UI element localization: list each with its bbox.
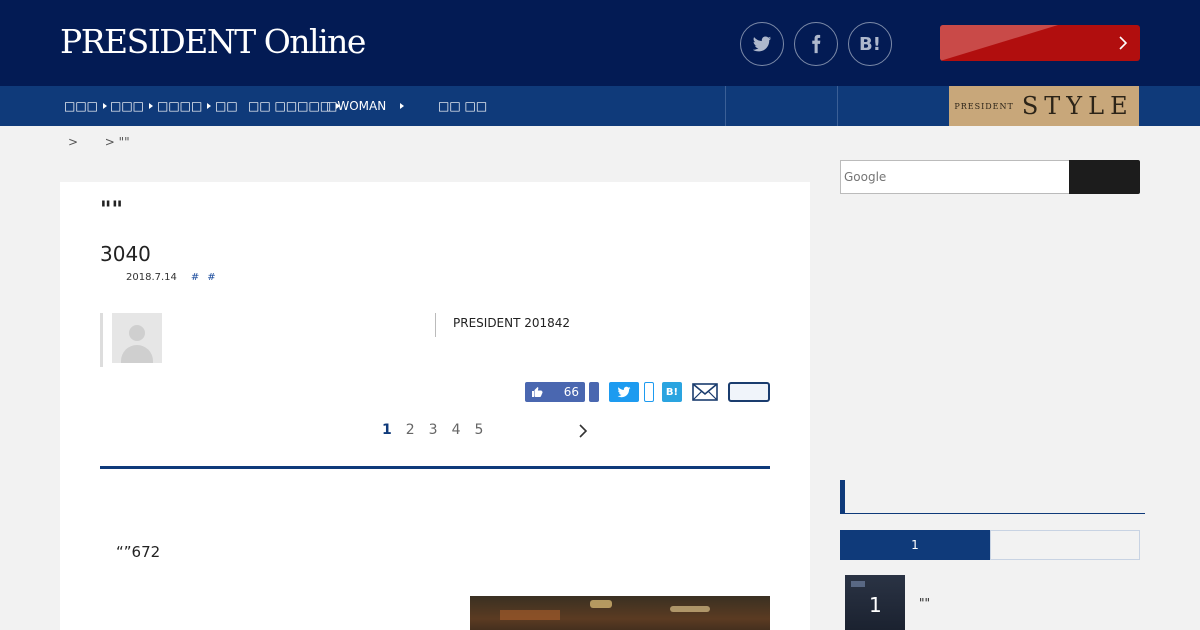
nav-item-7[interactable]: □□ □□ xyxy=(438,86,487,126)
avatar-body xyxy=(121,345,153,363)
breadcrumb[interactable]: > > "" xyxy=(68,135,130,149)
author-divider xyxy=(100,313,103,367)
style-banner-big-text: STYLE xyxy=(1021,92,1134,120)
ranking-tab[interactable] xyxy=(990,530,1140,560)
nav-item-4[interactable]: □□ xyxy=(215,86,238,126)
ranking-header-rule xyxy=(840,513,1145,514)
email-share-button[interactable] xyxy=(692,382,718,402)
ranking-header-accent xyxy=(840,480,845,514)
page-link-4[interactable]: 4 xyxy=(452,422,461,438)
tweet-button[interactable] xyxy=(609,382,639,402)
nav-item-woman[interactable]: □WOMAN xyxy=(326,86,405,126)
photo-detail xyxy=(590,600,612,608)
article-tag[interactable]: # xyxy=(191,272,199,283)
page-link-2[interactable]: 2 xyxy=(406,422,415,438)
hatena-bookmark-icon: B! xyxy=(859,33,881,55)
article-meta: 2018.7.14 # # xyxy=(126,272,216,283)
search-button[interactable] xyxy=(1069,160,1140,194)
article-divider xyxy=(100,466,770,469)
photo-detail xyxy=(500,610,560,620)
facebook-share-button[interactable] xyxy=(794,22,838,66)
style-banner-small-text: PRESIDENT xyxy=(954,101,1014,111)
facebook-like-button[interactable]: 66 xyxy=(525,382,585,402)
ranking-item-title[interactable]: "" xyxy=(919,596,930,610)
print-button[interactable] xyxy=(728,382,770,402)
caret-right-icon xyxy=(400,103,405,109)
ranking-thumbnail[interactable]: 1 xyxy=(845,575,905,630)
photo-detail xyxy=(670,606,710,612)
pagination: 1 2 3 4 5 xyxy=(382,422,483,438)
facebook-icon xyxy=(812,34,821,54)
article-card: "" 3040 2018.7.14 # # PRESIDENT 201842 6… xyxy=(60,182,810,630)
caret-right-icon xyxy=(207,103,212,109)
avatar-head xyxy=(129,325,145,341)
nav-separator xyxy=(837,86,838,126)
nav-item-label: □□□ xyxy=(64,99,99,113)
page-link-1[interactable]: 1 xyxy=(382,422,392,438)
article-subtitle: 3040 xyxy=(100,242,151,266)
caret-right-icon xyxy=(149,103,154,109)
facebook-share-mini-button[interactable] xyxy=(589,382,599,402)
facebook-like-count: 66 xyxy=(563,385,579,399)
nav-item-2[interactable]: □□□ xyxy=(110,86,154,126)
nav-separator xyxy=(725,86,726,126)
caret-right-icon xyxy=(103,103,108,109)
article-photo xyxy=(470,596,770,630)
tweet-count-bubble xyxy=(644,382,654,402)
mail-icon xyxy=(692,383,718,401)
search-input[interactable] xyxy=(840,160,1070,194)
twitter-icon xyxy=(752,36,772,52)
nav-item-label: □□ □□□□□ xyxy=(248,99,332,113)
chevron-right-icon[interactable] xyxy=(578,423,588,439)
hatena-bookmark-icon: B! xyxy=(665,386,679,398)
site-logo[interactable]: PRESIDENT Online xyxy=(60,22,366,62)
hatena-share-button[interactable]: B! xyxy=(662,382,682,402)
nav-item-label: □□ □□ xyxy=(438,99,488,113)
thumbnail-detail xyxy=(851,581,865,587)
article-body-paragraph: “”672 xyxy=(116,543,161,561)
nav-item-label: □WOMAN xyxy=(326,99,387,113)
page-link-3[interactable]: 3 xyxy=(429,422,438,438)
source-divider xyxy=(435,313,436,337)
nav-item-label: □□ xyxy=(215,99,238,113)
twitter-share-button[interactable] xyxy=(740,22,784,66)
chevron-right-icon xyxy=(1119,36,1128,50)
avatar[interactable] xyxy=(112,313,162,363)
header-cta-button[interactable] xyxy=(940,25,1140,61)
nav-item-label: □□□□ xyxy=(157,99,203,113)
site-header: PRESIDENT Online B! xyxy=(0,0,1200,86)
ranking-tab-active[interactable]: 1 xyxy=(840,530,990,560)
article-source: PRESIDENT 201842 xyxy=(453,316,571,330)
ranking-number: 1 xyxy=(869,593,882,617)
thumbs-up-icon xyxy=(532,387,543,397)
hatena-bookmark-button[interactable]: B! xyxy=(848,22,892,66)
page-link-5[interactable]: 5 xyxy=(475,422,484,438)
president-style-banner[interactable]: PRESIDENT STYLE xyxy=(949,86,1139,126)
article-title: "" xyxy=(100,198,123,223)
nav-item-1[interactable]: □□□ xyxy=(64,86,108,126)
twitter-icon xyxy=(617,386,631,398)
article-tag[interactable]: # xyxy=(207,272,215,283)
nav-item-3[interactable]: □□□□ xyxy=(157,86,212,126)
nav-item-label: □□□ xyxy=(110,99,145,113)
article-date: 2018.7.14 xyxy=(126,272,177,283)
cta-shine xyxy=(940,25,1058,61)
